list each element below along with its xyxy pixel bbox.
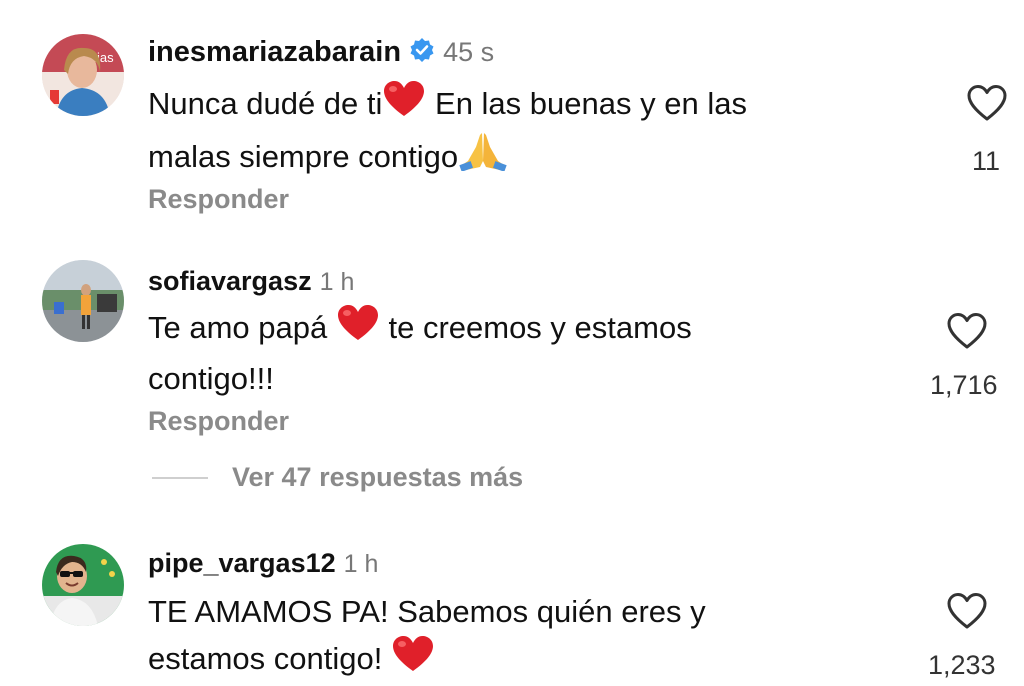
heart-outline-icon[interactable] bbox=[966, 84, 1008, 122]
timestamp: 1 h bbox=[343, 550, 379, 578]
red-heart-emoji bbox=[336, 304, 380, 355]
comment-text-line: estamos contigo! bbox=[148, 641, 391, 676]
timestamp: 45 s bbox=[443, 37, 495, 67]
comment-text: Te amo papá te creemos y estamos contigo… bbox=[148, 304, 692, 402]
praying-hands-emoji bbox=[458, 131, 508, 184]
comment-text-line: contigo!!! bbox=[148, 361, 274, 396]
view-more-replies-label[interactable]: Ver 47 respuestas más bbox=[232, 462, 523, 493]
view-more-replies[interactable]: Ver 47 respuestas más bbox=[152, 462, 523, 493]
comment-item: pipe_vargas12 1 h TE AMAMOS PA! Sabemos … bbox=[0, 530, 1024, 683]
heart-outline-icon[interactable] bbox=[946, 312, 988, 350]
comment-text-line: Te amo papá bbox=[148, 310, 336, 345]
like-control[interactable] bbox=[935, 592, 999, 630]
username[interactable]: pipe_vargas12 bbox=[148, 548, 336, 579]
reply-button[interactable]: Responder bbox=[148, 406, 289, 437]
comment-text-line: te creemos y estamos bbox=[379, 310, 692, 345]
red-heart-emoji bbox=[391, 635, 435, 686]
like-count: 1,233 bbox=[928, 650, 996, 680]
verified-badge-icon bbox=[409, 37, 435, 68]
comment-header: pipe_vargas12 1 h bbox=[148, 548, 378, 579]
comment-text-line: En las buenas y en las bbox=[426, 86, 747, 121]
like-count: 1,716 bbox=[930, 370, 998, 400]
timestamp: 1 h bbox=[319, 268, 355, 296]
comment-text-line: malas siempre contigo bbox=[148, 139, 459, 174]
comment-header: sofiavargasz 1 h bbox=[148, 266, 354, 297]
avatar[interactable] bbox=[42, 544, 124, 626]
comment-item: ticias inesmariazabarain 45 s Nunca dudé… bbox=[0, 0, 1024, 240]
comment-text: Nunca dudé de ti En las buenas y en las … bbox=[148, 80, 747, 184]
like-control[interactable] bbox=[935, 312, 999, 350]
avatar[interactable]: ticias bbox=[42, 34, 124, 116]
comment-header: inesmariazabarain 45 s bbox=[148, 36, 494, 69]
comment-text-line: TE AMAMOS PA! Sabemos quién eres y bbox=[148, 594, 706, 629]
username[interactable]: inesmariazabarain bbox=[148, 36, 401, 69]
comment-item: sofiavargasz 1 h Te amo papá te creemos … bbox=[0, 240, 1024, 450]
username[interactable]: sofiavargasz bbox=[148, 266, 312, 297]
like-control[interactable] bbox=[955, 84, 1019, 122]
comment-text: TE AMAMOS PA! Sabemos quién eres y estam… bbox=[148, 588, 706, 686]
comment-text-line: Nunca dudé de ti bbox=[148, 86, 383, 121]
avatar[interactable] bbox=[42, 260, 124, 342]
red-heart-emoji bbox=[382, 80, 426, 131]
like-count: 11 bbox=[972, 146, 1001, 176]
divider bbox=[152, 476, 208, 479]
heart-outline-icon[interactable] bbox=[946, 592, 988, 630]
reply-button[interactable]: Responder bbox=[148, 184, 289, 215]
